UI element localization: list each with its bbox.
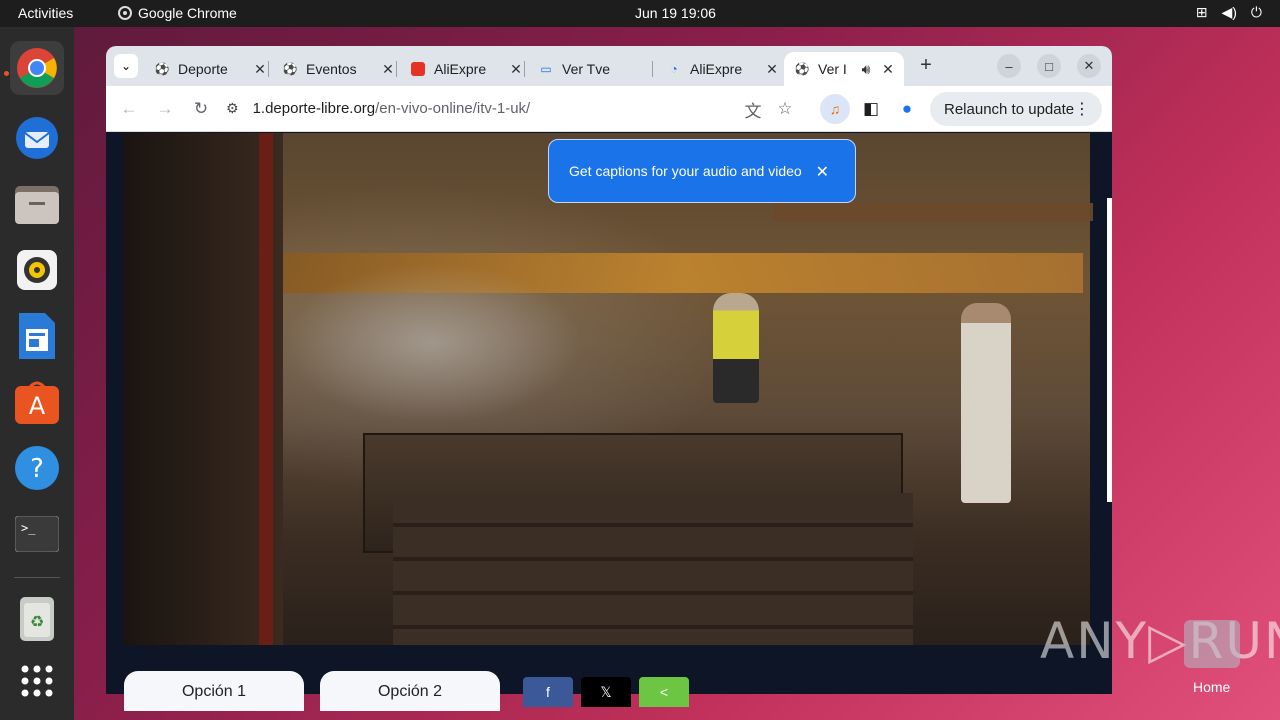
tab-label: Ver I	[818, 61, 847, 77]
show-apps-icon[interactable]	[10, 654, 64, 708]
dock: A ? >_ ♻	[0, 27, 74, 720]
video-frame	[283, 263, 583, 423]
anyrun-watermark: ANY▷RUN	[1040, 612, 1280, 670]
new-tab-button[interactable]: +	[914, 54, 938, 78]
maximize-button[interactable]: □	[1037, 54, 1061, 78]
tab-2[interactable]: ⚽ Eventos ✕	[272, 52, 397, 86]
video-frame	[961, 303, 1011, 503]
tab-label: Deporte	[178, 61, 228, 77]
site-info-icon[interactable]: ⚙	[226, 100, 239, 117]
tv-icon: ▭	[540, 62, 552, 76]
close-icon[interactable]: ✕	[816, 162, 829, 182]
scrollbar[interactable]	[1107, 198, 1112, 502]
soccer-ball-icon: ⚽	[154, 62, 170, 76]
back-icon[interactable]: ←	[118, 98, 140, 120]
tab-label: AliExpre	[690, 61, 743, 77]
network-icon: ⊞	[1195, 4, 1208, 20]
home-folder-icon[interactable]	[1184, 620, 1240, 668]
translate-icon[interactable]: 文	[742, 98, 764, 121]
video-player[interactable]	[123, 133, 1093, 645]
speaker-icon[interactable]: 🔊︎	[858, 61, 874, 78]
media-controls-icon[interactable]: ♫	[820, 94, 850, 124]
help-icon[interactable]: ?	[10, 441, 64, 495]
chrome-dock-icon[interactable]	[10, 41, 64, 95]
relaunch-button[interactable]: Relaunch to update ⋮	[930, 92, 1102, 126]
close-icon[interactable]: ✕	[252, 61, 268, 78]
app-center-icon[interactable]: A	[10, 375, 64, 429]
top-bar: Activities Google Chrome Jun 19 19:06 ⊞ …	[0, 0, 1280, 27]
tab-strip: ⌄ ⚽ Deporte ✕ ⚽ Eventos ✕ AliExpre ✕ ▭ V…	[106, 46, 1112, 86]
aliexpress-loading-icon: ◔	[670, 62, 678, 76]
close-icon[interactable]: ✕	[508, 61, 524, 78]
soccer-ball-icon: ⚽	[794, 62, 810, 76]
trash-icon[interactable]: ♻	[10, 592, 64, 646]
files-icon[interactable]	[10, 177, 64, 231]
forward-icon[interactable]: →	[154, 98, 176, 120]
power-icon: ⏻	[1250, 4, 1262, 20]
close-icon[interactable]: ✕	[380, 61, 396, 78]
relaunch-label: Relaunch to update	[944, 100, 1075, 118]
x-share-button[interactable]: 𝕏	[581, 677, 631, 707]
page-content	[106, 133, 1112, 694]
tab-label: Ver Tve	[562, 61, 610, 77]
close-icon[interactable]: ✕	[764, 61, 780, 78]
thunderbird-icon[interactable]	[10, 111, 64, 165]
tab-search-button[interactable]: ⌄	[114, 54, 138, 78]
app-menu[interactable]: Google Chrome	[118, 5, 237, 21]
share-button[interactable]: <	[639, 677, 689, 707]
profile-icon[interactable]: ●	[896, 98, 918, 120]
activities-button[interactable]: Activities	[18, 5, 73, 21]
chrome-app-icon	[118, 6, 132, 20]
tab-5[interactable]: ◔ AliExpre ✕	[656, 52, 780, 86]
menu-dots-icon[interactable]: ⋮	[1074, 99, 1090, 119]
tab-4[interactable]: ▭ Ver Tve	[528, 52, 653, 86]
dock-separator	[14, 577, 60, 578]
svg-text:A: A	[29, 392, 46, 420]
video-frame	[773, 203, 1093, 221]
soccer-ball-icon: ⚽	[282, 62, 298, 76]
tab-divider	[652, 61, 653, 77]
reload-icon[interactable]: ↻	[190, 98, 212, 120]
close-icon[interactable]: ✕	[880, 61, 896, 78]
option-2-button[interactable]: Opción 2	[320, 671, 500, 711]
tab-divider	[524, 61, 525, 77]
terminal-icon[interactable]: >_	[10, 507, 64, 561]
popup-text: Get captions for your audio and video	[569, 163, 802, 179]
tab-1[interactable]: ⚽ Deporte ✕	[144, 52, 269, 86]
rhythmbox-icon[interactable]	[10, 243, 64, 297]
live-caption-popup: Get captions for your audio and video ✕	[548, 139, 856, 203]
tab-6-active[interactable]: ⚽ Ver I 🔊︎ ✕	[784, 52, 904, 86]
svg-text:♻: ♻	[30, 612, 44, 631]
svg-text:>_: >_	[21, 521, 36, 535]
bookmark-star-icon[interactable]: ☆	[774, 98, 796, 120]
clock[interactable]: Jun 19 19:06	[635, 5, 716, 21]
aliexpress-icon	[410, 61, 426, 77]
tab-label: AliExpre	[434, 61, 487, 77]
close-window-button[interactable]: ✕	[1077, 54, 1101, 78]
tab-divider	[396, 61, 397, 77]
side-panel-icon[interactable]: ◧	[860, 98, 882, 120]
facebook-share-button[interactable]: f	[523, 677, 573, 707]
url-path: /en-vivo-online/itv-1-uk/	[375, 99, 531, 117]
app-name: Google Chrome	[138, 5, 237, 21]
home-label: Home	[1193, 679, 1231, 695]
tab-divider	[268, 61, 269, 77]
minimize-button[interactable]: –	[997, 54, 1021, 78]
url-domain: 1.deporte-libre.org	[252, 99, 376, 117]
tab-label: Eventos	[306, 61, 357, 77]
writer-icon[interactable]	[10, 309, 64, 363]
tab-3[interactable]: AliExpre ✕	[400, 52, 525, 86]
video-frame	[259, 133, 273, 645]
running-indicator	[4, 71, 9, 76]
toolbar: ← → ↻ ⚙ 1.deporte-libre.org /en-vivo-onl…	[106, 86, 1112, 132]
video-frame	[393, 493, 913, 645]
system-tray[interactable]: ⊞ ◀) ⏻	[1196, 4, 1262, 21]
volume-icon: ◀)	[1221, 4, 1237, 20]
svg-text:?: ?	[30, 454, 44, 484]
video-frame	[713, 293, 759, 403]
option-1-button[interactable]: Opción 1	[124, 671, 304, 711]
